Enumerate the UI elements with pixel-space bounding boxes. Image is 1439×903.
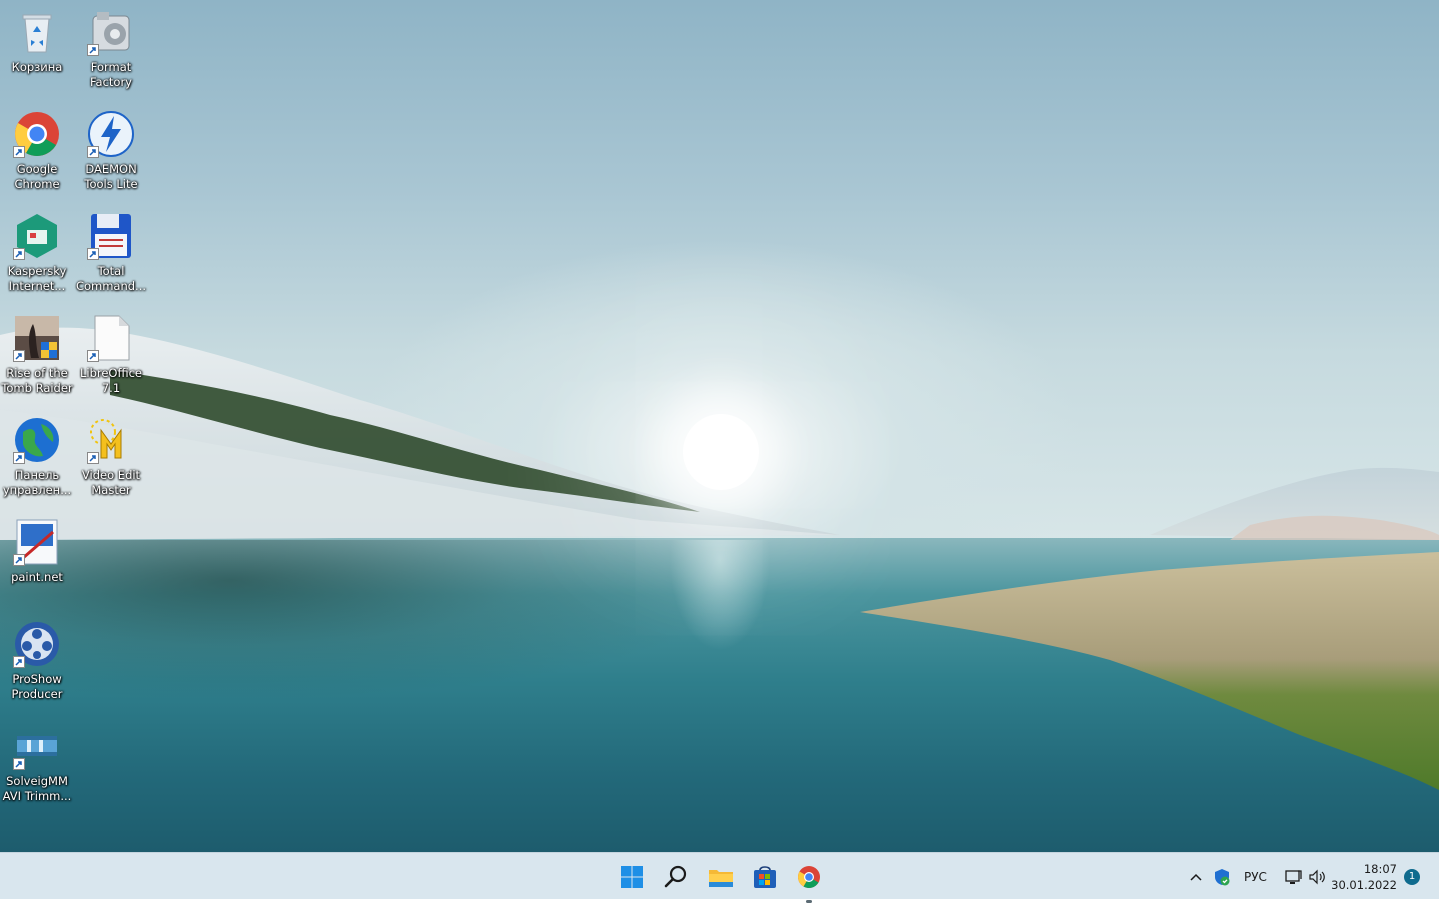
taskbar-search-button[interactable] (661, 862, 691, 892)
desktop-icon-recycle-bin[interactable]: Корзина (0, 8, 74, 75)
tray-network-button[interactable] (1283, 867, 1303, 887)
video-edit-master-icon (87, 416, 135, 464)
tray-overflow-button[interactable] (1188, 867, 1204, 887)
total-commander-icon (87, 212, 135, 260)
desktop-icon-control-panel[interactable]: Панель управлен... (0, 416, 74, 498)
format-factory-icon (87, 8, 135, 56)
shortcut-arrow-icon (13, 758, 25, 770)
taskbar-store-button[interactable] (750, 862, 780, 892)
desktop-icon-label: Format Factory (89, 60, 132, 89)
search-icon (664, 865, 687, 888)
volume-icon (1309, 869, 1325, 885)
tray-volume-button[interactable] (1307, 867, 1327, 887)
shortcut-arrow-icon (13, 452, 25, 464)
desktop-icon-label: Kaspersky Internet... (7, 264, 67, 293)
clock-date: 30.01.2022 (1331, 878, 1397, 892)
taskbar-start-button[interactable] (617, 862, 647, 892)
proshow-icon (13, 620, 61, 668)
shortcut-arrow-icon (13, 248, 25, 260)
taskbar-chrome-button[interactable] (794, 862, 824, 903)
taskbar-file-explorer-button[interactable] (706, 862, 736, 892)
desktop-icon-label: Панель управлен... (2, 468, 72, 497)
recycle-bin-icon (13, 8, 61, 56)
desktop-icon-label: Google Chrome (14, 162, 60, 191)
taskbar: РУС 18:07 30.01.2022 1 (0, 852, 1439, 903)
tomb-raider-icon (13, 314, 61, 362)
desktop-icon-tomb-raider[interactable]: Rise of the Tomb Raider (0, 314, 74, 396)
shortcut-arrow-icon (13, 146, 25, 158)
wallpaper-sun (683, 414, 759, 490)
network-icon (1285, 870, 1302, 884)
tray-clock[interactable]: 18:07 30.01.2022 (1331, 861, 1397, 893)
desktop-icon-label: LibreOffice 7.1 (79, 366, 143, 395)
chrome-icon (798, 866, 820, 888)
desktop-icon-video-edit-master[interactable]: Video Edit Master (74, 416, 148, 498)
paint-net-icon (13, 518, 61, 566)
desktop-icon-paint-net[interactable]: paint.net (0, 518, 74, 585)
shortcut-arrow-icon (13, 554, 25, 566)
desktop-icon-total-commander[interactable]: Total Command... (74, 212, 148, 294)
desktop-icon-label: paint.net (11, 570, 63, 584)
shortcut-arrow-icon (13, 656, 25, 668)
solveigmm-icon (13, 722, 61, 770)
desktop-icon-label: Корзина (11, 60, 63, 74)
desktop-icon-google-chrome[interactable]: Google Chrome (0, 110, 74, 192)
shortcut-arrow-icon (87, 350, 99, 362)
desktop-icon-libreoffice[interactable]: LibreOffice 7.1 (74, 314, 148, 396)
desktop-wallpaper (0, 0, 1439, 852)
shortcut-arrow-icon (13, 350, 25, 362)
control-panel-icon (13, 416, 61, 464)
desktop-icon-daemon-tools[interactable]: DAEMON Tools Lite (74, 110, 148, 192)
clock-time: 18:07 (1363, 862, 1397, 876)
store-icon (754, 866, 776, 888)
desktop-icon-label: Rise of the Tomb Raider (1, 366, 73, 395)
folder-icon (709, 870, 733, 887)
shortcut-arrow-icon (87, 248, 99, 260)
desktop-icon-kaspersky[interactable]: Kaspersky Internet... (0, 212, 74, 294)
shortcut-arrow-icon (87, 452, 99, 464)
desktop-icon-label: DAEMON Tools Lite (84, 162, 138, 191)
windows-start-icon (621, 866, 643, 888)
tray-language-indicator[interactable]: РУС (1244, 870, 1267, 890)
kaspersky-icon (13, 212, 61, 260)
libreoffice-icon (87, 314, 135, 362)
security-shield-icon (1215, 869, 1230, 886)
daemon-tools-icon (87, 110, 135, 158)
desktop-icon-format-factory[interactable]: Format Factory (74, 8, 148, 90)
shortcut-arrow-icon (87, 44, 99, 56)
shortcut-arrow-icon (87, 146, 99, 158)
desktop-icon-label: ProShow Producer (11, 672, 63, 701)
notification-count-badge[interactable]: 1 (1404, 869, 1420, 885)
desktop-icon-proshow-producer[interactable]: ProShow Producer (0, 620, 74, 702)
chrome-icon (13, 110, 61, 158)
desktop-icon-solveigmm[interactable]: SolveigMM AVI Trimm... (0, 722, 74, 804)
desktop-icon-label: Video Edit Master (81, 468, 141, 497)
chevron-up-icon (1190, 873, 1202, 881)
tray-security-button[interactable] (1212, 867, 1232, 887)
desktop-icon-label: SolveigMM AVI Trimm... (2, 774, 72, 803)
desktop-icon-label: Total Command... (75, 264, 147, 293)
